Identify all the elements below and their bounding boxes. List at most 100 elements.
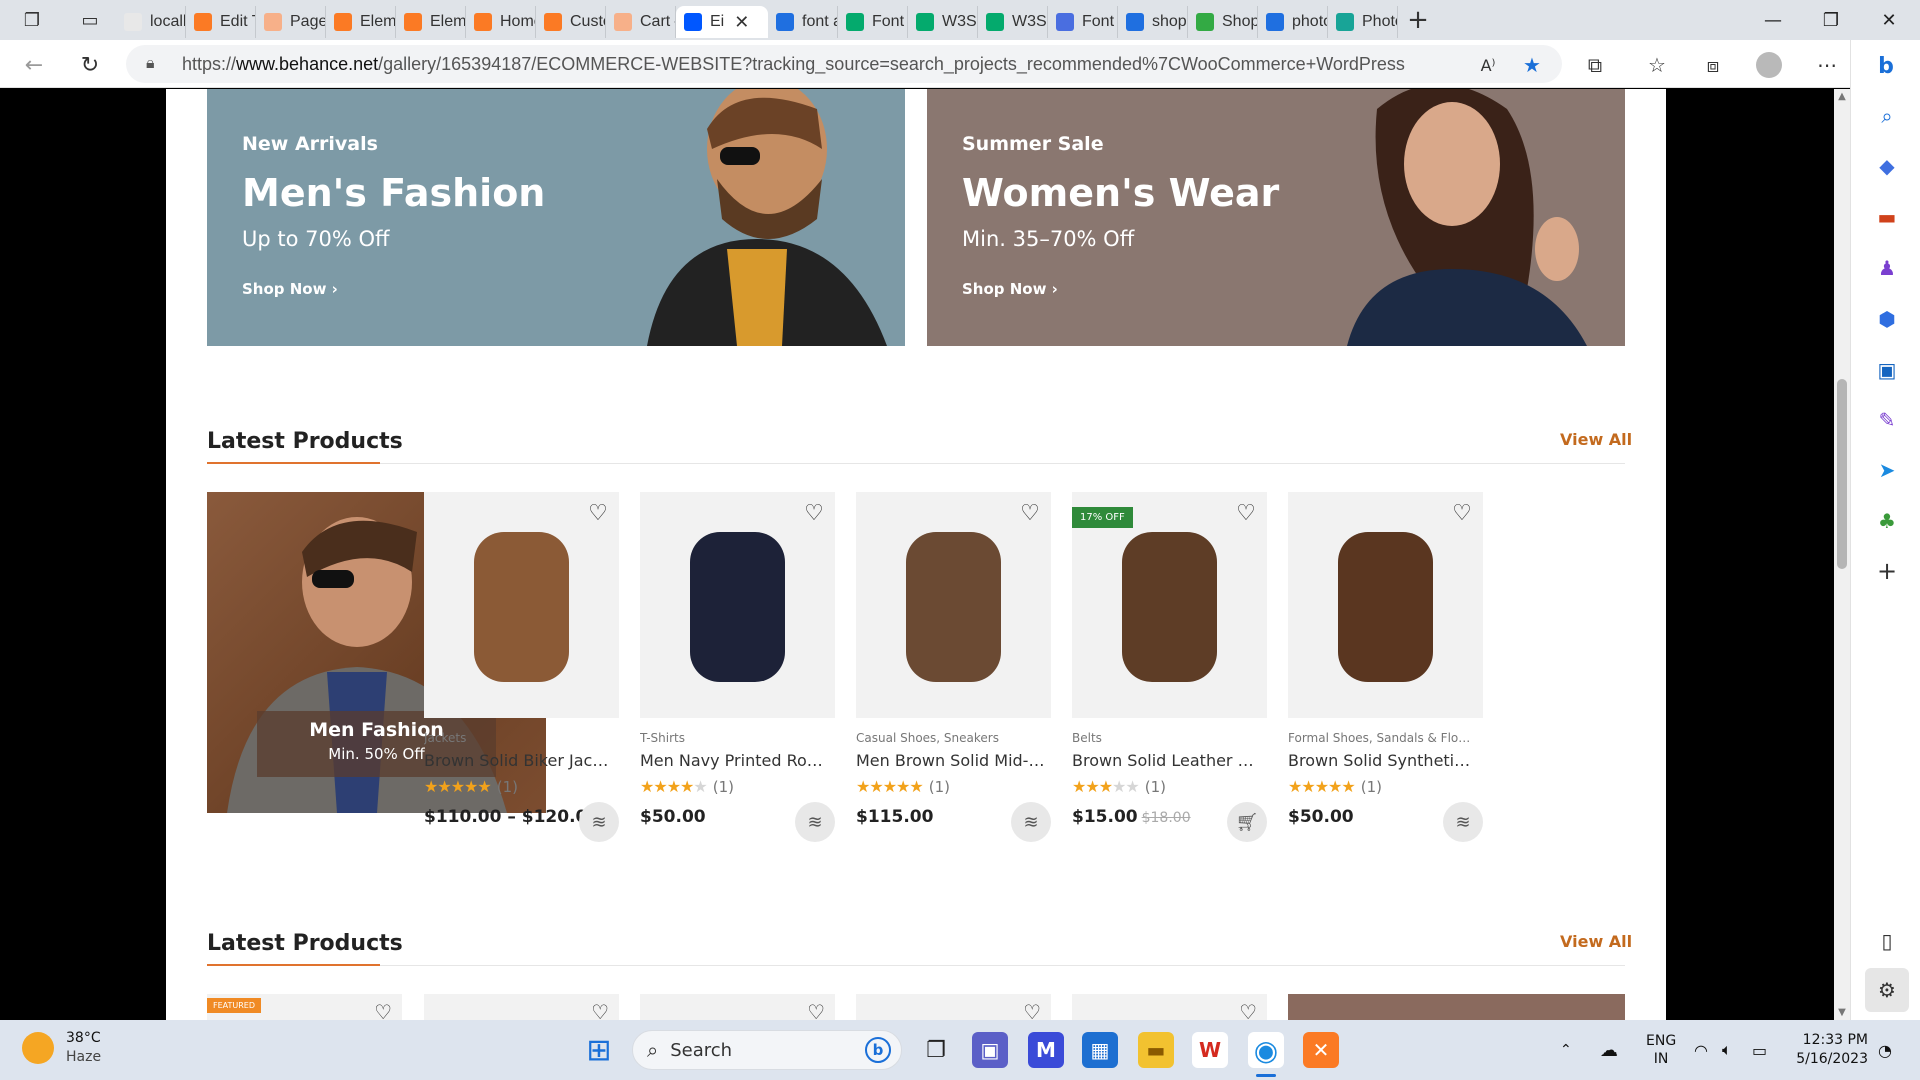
product-card[interactable]: ♡ xyxy=(640,994,835,1020)
bing-copilot-icon[interactable]: b xyxy=(1868,48,1904,84)
add-to-cart-button[interactable]: 🛒︎ xyxy=(1227,802,1267,842)
weather-widget[interactable]: 38°C Haze xyxy=(22,1029,101,1067)
product-category[interactable]: Belts xyxy=(1072,731,1267,745)
browser-tab[interactable]: shopp xyxy=(1118,6,1188,38)
settings-gear-icon[interactable]: ⚙ xyxy=(1865,968,1909,1012)
back-icon[interactable]: ← xyxy=(17,48,51,82)
office-icon[interactable]: ⬢ xyxy=(1874,306,1900,332)
more-menu-icon[interactable]: ⋯ xyxy=(1810,48,1844,82)
wishlist-heart-icon[interactable]: ♡ xyxy=(801,500,827,526)
search-icon[interactable]: ⌕ xyxy=(1874,103,1900,129)
refresh-icon[interactable]: ↻ xyxy=(73,48,107,82)
product-name[interactable]: Men Navy Printed Rou… xyxy=(640,751,830,770)
microsoft-store-icon[interactable]: ▦ xyxy=(1082,1032,1118,1068)
restore-button[interactable]: ❐ xyxy=(1802,0,1860,40)
lock-icon[interactable]: 🔒︎ xyxy=(146,55,168,73)
wishlist-heart-icon[interactable]: ♡ xyxy=(1239,1000,1257,1020)
wishlist-heart-icon[interactable]: ♡ xyxy=(1449,500,1475,526)
read-aloud-icon[interactable]: A⁾ xyxy=(1471,48,1505,82)
designer-icon[interactable]: ✎ xyxy=(1874,407,1900,433)
volume-icon[interactable]: 🔈︎ xyxy=(1722,1020,1732,1080)
close-tab-icon[interactable]: ✕ xyxy=(734,12,749,33)
scroll-up-arrow[interactable]: ▲ xyxy=(1834,91,1850,102)
battery-icon[interactable]: ▭ xyxy=(1752,1020,1767,1080)
browser-tab[interactable]: Ei ✕ xyxy=(676,6,768,38)
windows-start-icon[interactable]: ⊞ xyxy=(581,1032,617,1068)
product-name[interactable]: Men Brown Solid Mid-… xyxy=(856,751,1046,770)
browser-tab[interactable]: Font / xyxy=(1048,6,1118,38)
onedrive-icon[interactable]: ☁ xyxy=(1600,1020,1618,1080)
wifi-icon[interactable]: ◠ xyxy=(1694,1020,1708,1080)
product-name[interactable]: Brown Solid Biker Jack… xyxy=(424,751,614,770)
select-options-button[interactable]: ≋ xyxy=(1011,802,1051,842)
browser-tab[interactable]: font a xyxy=(768,6,838,38)
product-name[interactable]: Brown Solid Synthetic … xyxy=(1288,751,1478,770)
view-all-link[interactable]: View All xyxy=(1560,430,1632,449)
add-icon[interactable]: + xyxy=(1874,557,1900,585)
file-explorer-icon[interactable]: ▬ xyxy=(1138,1032,1174,1068)
select-options-button[interactable]: ≋ xyxy=(795,802,835,842)
product-card[interactable]: ♡ xyxy=(1072,994,1267,1020)
wps-office-icon[interactable]: W xyxy=(1192,1032,1228,1068)
browser-tab[interactable]: Home xyxy=(466,6,536,38)
outlook-icon[interactable]: ▣ xyxy=(1874,357,1900,383)
clock[interactable]: 12:33 PM 5/16/2023 xyxy=(1794,1020,1868,1080)
scroll-thumb[interactable] xyxy=(1837,379,1847,569)
url-input[interactable]: 🔒︎ https://www.behance.net/gallery/16539… xyxy=(126,45,1562,83)
select-options-button[interactable]: ≋ xyxy=(579,802,619,842)
product-category[interactable]: Casual Shoes, Sneakers xyxy=(856,731,1051,745)
wishlist-heart-icon[interactable]: ♡ xyxy=(1023,1000,1041,1020)
shop-now-link[interactable]: Shop Now › xyxy=(242,280,338,298)
wishlist-heart-icon[interactable]: ♡ xyxy=(591,1000,609,1020)
task-view-icon[interactable]: ❐ xyxy=(918,1032,954,1068)
workspaces-icon[interactable]: ❐ xyxy=(0,0,64,40)
browser-tab[interactable]: Pages xyxy=(256,6,326,38)
split-screen-icon[interactable]: ▯ xyxy=(1874,928,1900,954)
browser-tab[interactable]: Photo xyxy=(1328,6,1398,38)
tab-actions-icon[interactable]: ▭ xyxy=(64,0,116,40)
favorite-star-icon[interactable]: ★ xyxy=(1515,48,1549,82)
scroll-down-arrow[interactable]: ▼ xyxy=(1834,1007,1850,1018)
browser-tab[interactable]: Cart – xyxy=(606,6,676,38)
tree-icon[interactable]: ♣ xyxy=(1874,508,1900,534)
new-tab-button[interactable]: + xyxy=(1398,0,1438,40)
notifications-icon[interactable]: ◔ xyxy=(1878,1020,1892,1080)
minimize-button[interactable]: — xyxy=(1744,0,1802,40)
extensions-icon[interactable]: ⧉ xyxy=(1578,48,1612,82)
product-category[interactable]: T-Shirts xyxy=(640,731,835,745)
language-indicator[interactable]: ENG IN xyxy=(1646,1020,1676,1080)
wishlist-heart-icon[interactable]: ♡ xyxy=(1233,500,1259,526)
games-icon[interactable]: ♟ xyxy=(1874,255,1900,281)
close-window-button[interactable]: ✕ xyxy=(1860,0,1918,40)
tools-icon[interactable]: ▬ xyxy=(1874,204,1900,230)
wishlist-heart-icon[interactable]: ♡ xyxy=(585,500,611,526)
shopping-tag-icon[interactable]: ◆ xyxy=(1874,153,1900,179)
product-card[interactable]: FEATURED ♡ xyxy=(207,994,402,1020)
edge-browser-icon[interactable]: ◉ xyxy=(1248,1032,1284,1068)
view-all-link[interactable]: View All xyxy=(1560,932,1632,951)
select-options-button[interactable]: ≋ xyxy=(1443,802,1483,842)
product-category[interactable]: Formal Shoes, Sandals & Flo… xyxy=(1288,731,1483,745)
taskbar-search[interactable]: ⌕ Search b xyxy=(632,1030,902,1070)
wishlist-heart-icon[interactable]: ♡ xyxy=(1017,500,1043,526)
xampp-icon[interactable]: ✕ xyxy=(1303,1032,1339,1068)
banner-womens-wear[interactable]: Summer Sale Women's Wear Min. 35–70% Off… xyxy=(927,89,1625,346)
browser-tab[interactable]: W3Sc xyxy=(908,6,978,38)
product-card[interactable]: ♡ xyxy=(424,994,619,1020)
browser-tab[interactable]: Eleme xyxy=(396,6,466,38)
browser-tab[interactable]: Custo xyxy=(536,6,606,38)
app-icon[interactable]: M xyxy=(1028,1032,1064,1068)
browser-tab[interactable]: Shop xyxy=(1188,6,1258,38)
browser-tab[interactable]: W3Sc xyxy=(978,6,1048,38)
browser-tab[interactable]: Eleme xyxy=(326,6,396,38)
browser-tab[interactable]: Edit Tl xyxy=(186,6,256,38)
product-category[interactable]: Jackets xyxy=(424,731,619,745)
browser-tab[interactable]: Font / xyxy=(838,6,908,38)
product-card[interactable]: ♡ xyxy=(856,994,1051,1020)
shop-now-link[interactable]: Shop Now › xyxy=(962,280,1058,298)
send-icon[interactable]: ➤ xyxy=(1874,457,1900,483)
browser-tab[interactable]: localh xyxy=(116,6,186,38)
favorites-icon[interactable]: ☆ xyxy=(1640,48,1674,82)
page-scrollbar[interactable]: ▲ ▼ xyxy=(1834,89,1850,1020)
product-name[interactable]: Brown Solid Leather B… xyxy=(1072,751,1262,770)
